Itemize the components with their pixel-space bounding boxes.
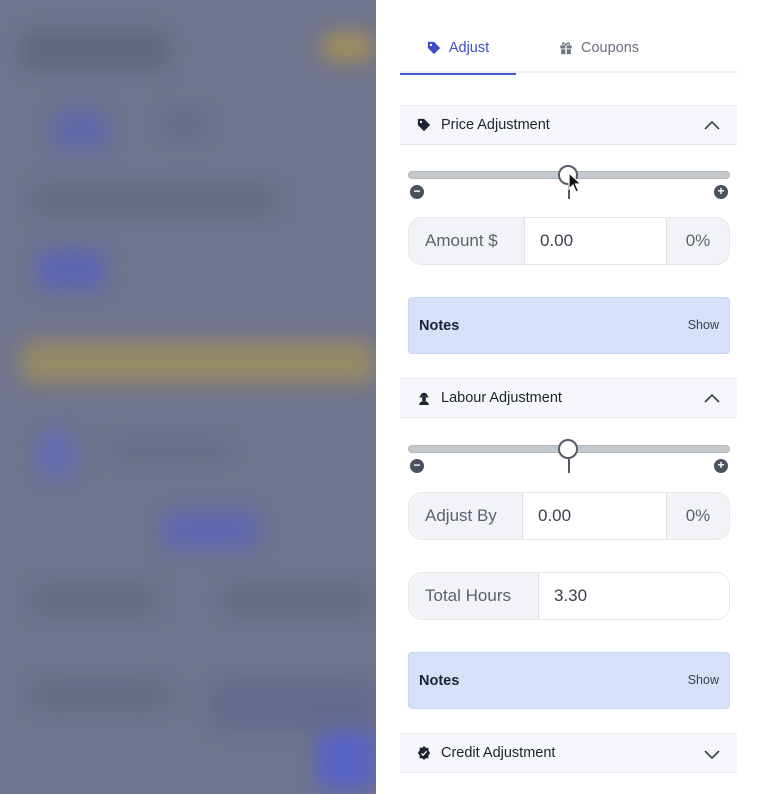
notes-show-toggle[interactable]: Show	[688, 673, 719, 687]
labour-percent: 0%	[685, 506, 711, 525]
credit-adjustment-header[interactable]: Credit Adjustment	[400, 733, 737, 773]
tab-coupons-label: Coupons	[580, 39, 640, 56]
slider-thumb[interactable]	[558, 439, 578, 459]
slider-center-tick	[568, 459, 570, 473]
background-overlay[interactable]	[0, 0, 376, 794]
price-notes-panel[interactable]: Notes Show	[408, 297, 730, 354]
adjust-by-label: Adjust By	[425, 506, 497, 525]
gift-icon	[560, 41, 572, 54]
amount-label: Amount $	[425, 231, 498, 250]
mouse-cursor-icon	[568, 172, 582, 193]
increase-icon[interactable]: +	[714, 459, 728, 473]
labour-adjustment-slider[interactable]: − +	[408, 439, 730, 479]
price-percent: 0%	[685, 231, 711, 250]
decrease-icon[interactable]: −	[410, 459, 424, 473]
chevron-down-icon[interactable]	[703, 745, 721, 763]
price-adjustment-header[interactable]: Price Adjustment	[400, 105, 737, 145]
labour-adjustment-header[interactable]: Labour Adjustment	[400, 378, 737, 418]
labour-adjustment-title: Labour Adjustment	[441, 390, 562, 406]
adjust-by-input[interactable]: 0.00	[522, 493, 667, 539]
tab-adjust-label: Adjust	[448, 39, 490, 56]
tag-icon	[427, 41, 440, 54]
price-adjustment-title: Price Adjustment	[441, 117, 550, 133]
chevron-up-icon[interactable]	[703, 390, 721, 408]
total-hours-label: Total Hours	[425, 586, 511, 605]
amount-input[interactable]: 0.00	[524, 218, 667, 264]
notes-label: Notes	[419, 672, 460, 689]
tab-adjust[interactable]: Adjust	[400, 22, 516, 75]
chevron-up-icon[interactable]	[703, 117, 721, 135]
notes-show-toggle[interactable]: Show	[688, 318, 719, 332]
tab-coupons[interactable]: Coupons	[544, 22, 654, 73]
tab-bar: Adjust Coupons	[400, 22, 737, 75]
notes-label: Notes	[419, 317, 460, 334]
labour-notes-panel[interactable]: Notes Show	[408, 652, 730, 709]
price-amount-group: Amount $ 0.00 0%	[408, 217, 730, 265]
labour-adjust-group: Adjust By 0.00 0%	[408, 492, 730, 540]
increase-icon[interactable]: +	[714, 185, 728, 199]
total-hours-input[interactable]: 3.30	[538, 573, 729, 619]
worker-icon	[417, 391, 431, 405]
tag-icon	[417, 118, 431, 132]
decrease-icon[interactable]: −	[410, 185, 424, 199]
adjustment-drawer: Adjust Coupons Price Adjustment − + Amou…	[376, 0, 760, 794]
total-hours-group: Total Hours 3.30	[408, 572, 730, 620]
badge-icon	[417, 746, 431, 760]
credit-adjustment-title: Credit Adjustment	[441, 745, 556, 761]
